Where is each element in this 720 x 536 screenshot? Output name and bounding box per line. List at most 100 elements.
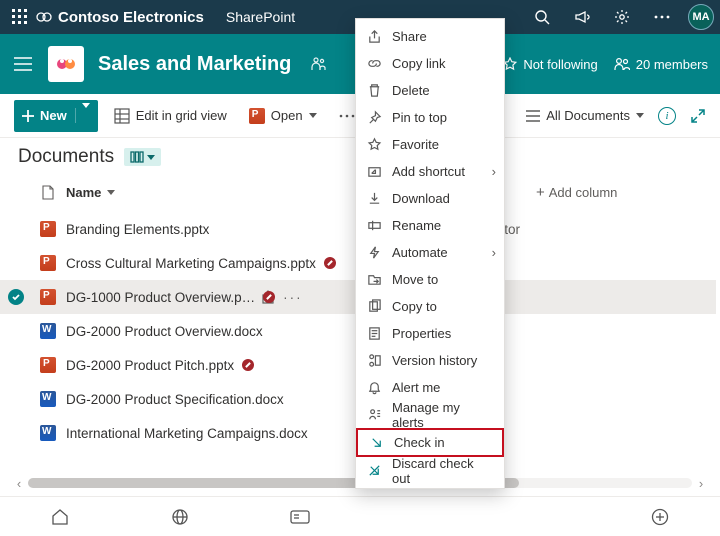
teams-icon[interactable] — [309, 55, 327, 73]
tenant-brand[interactable]: Contoso Electronics — [36, 9, 204, 26]
context-menu: Share Copy link Delete Pin to top Favorite Ad… — [355, 18, 505, 489]
tenant-logo-icon — [36, 9, 52, 25]
library-title: Documents — [18, 146, 114, 168]
menu-label: Copy to — [392, 299, 437, 314]
manage-icon — [366, 407, 382, 423]
members-label: 20 members — [636, 57, 708, 72]
link-icon — [366, 56, 382, 72]
follow-label: Not following — [523, 57, 597, 72]
menu-copy-link[interactable]: Copy link — [356, 50, 504, 77]
appbar-add-icon[interactable] — [600, 508, 720, 526]
checkin-icon — [368, 435, 384, 451]
more-icon[interactable] — [644, 3, 680, 31]
menu-add-shortcut[interactable]: Add shortcut — [356, 158, 504, 185]
file-name: DG-2000 Product Overview.docx — [66, 324, 263, 339]
appbar-sites-icon[interactable] — [120, 508, 240, 526]
menu-label: Alert me — [392, 380, 440, 395]
follow-button[interactable]: Not following — [503, 57, 597, 72]
menu-label: Discard check out — [392, 456, 494, 486]
edit-in-grid-label: Edit in grid view — [136, 108, 227, 123]
menu-move-to[interactable]: Move to — [356, 266, 504, 293]
scroll-left-icon[interactable]: ‹ — [10, 476, 28, 491]
site-title[interactable]: Sales and Marketing — [98, 53, 291, 76]
menu-label: Add shortcut — [392, 164, 465, 179]
view-chip[interactable] — [124, 148, 161, 166]
app-launcher-icon[interactable] — [6, 3, 34, 31]
chevron-down-icon — [107, 190, 115, 195]
menu-label: Pin to top — [392, 110, 447, 125]
nav-toggle-icon[interactable] — [12, 57, 34, 71]
chevron-down-icon — [147, 155, 155, 160]
file-type-icon — [30, 289, 66, 305]
download-icon — [366, 191, 382, 207]
file-name: DG-2000 Product Pitch.pptx — [66, 358, 234, 373]
open-label: Open — [271, 108, 303, 123]
megaphone-icon[interactable] — [564, 3, 600, 31]
menu-alert-me[interactable]: Alert me — [356, 374, 504, 401]
trash-icon — [366, 83, 382, 99]
user-avatar[interactable]: MA — [688, 4, 714, 30]
menu-copy-to[interactable]: Copy to — [356, 293, 504, 320]
menu-label: Automate — [392, 245, 448, 260]
menu-label: Copy link — [392, 56, 445, 71]
menu-discard-check-out[interactable]: Discard check out — [356, 457, 504, 484]
file-name: International Marketing Campaigns.docx — [66, 426, 308, 441]
star-icon — [503, 57, 517, 71]
site-logo[interactable] — [48, 46, 84, 82]
chevron-down-icon — [75, 108, 90, 123]
moveto-icon — [366, 272, 382, 288]
alert-icon — [366, 380, 382, 396]
grid-icon — [114, 108, 130, 124]
menu-manage-my-alerts[interactable]: Manage my alerts — [356, 401, 504, 428]
columns-icon — [130, 150, 144, 164]
menu-label: Download — [392, 191, 450, 206]
file-type-icon — [30, 221, 66, 237]
menu-pin-to-top[interactable]: Pin to top — [356, 104, 504, 131]
settings-icon[interactable] — [604, 3, 640, 31]
copyto-icon — [366, 299, 382, 315]
file-name: Cross Cultural Marketing Campaigns.pptx — [66, 256, 316, 271]
edit-in-grid-button[interactable]: Edit in grid view — [108, 100, 233, 132]
scroll-right-icon[interactable]: › — [692, 476, 710, 491]
mobile-app-bar — [0, 496, 720, 536]
details-pane-toggle[interactable]: i — [658, 107, 676, 125]
shortcut-icon — [366, 164, 382, 180]
avatar-initials: MA — [692, 11, 709, 23]
menu-favorite[interactable]: Favorite — [356, 131, 504, 158]
share-icon — [366, 29, 382, 45]
expand-icon[interactable] — [690, 108, 706, 124]
menu-label: Properties — [392, 326, 451, 341]
appbar-home-icon[interactable] — [0, 508, 120, 526]
file-name: DG-1000 Product Overview.p… — [66, 290, 255, 305]
file-name: DG-2000 Product Specification.docx — [66, 392, 284, 407]
menu-download[interactable]: Download — [356, 185, 504, 212]
members-button[interactable]: 20 members — [614, 57, 708, 72]
row-overflow-button[interactable]: ··· — [283, 290, 303, 305]
plus-icon: + — [536, 184, 545, 201]
menu-delete[interactable]: Delete — [356, 77, 504, 104]
new-button[interactable]: New — [14, 100, 98, 132]
people-icon — [614, 57, 630, 71]
file-type-icon — [30, 391, 66, 407]
menu-label: Delete — [392, 83, 430, 98]
menu-automate[interactable]: Automate — [356, 239, 504, 266]
menu-properties[interactable]: Properties — [356, 320, 504, 347]
column-header-type[interactable] — [30, 185, 66, 200]
file-type-icon — [30, 323, 66, 339]
file-name: Branding Elements.pptx — [66, 222, 209, 237]
search-icon[interactable] — [524, 3, 560, 31]
list-icon — [526, 109, 540, 123]
menu-share[interactable]: Share — [356, 23, 504, 50]
add-column-button[interactable]: +Add column — [536, 184, 704, 201]
props-icon — [366, 326, 382, 342]
file-type-icon — [30, 255, 66, 271]
view-selector[interactable]: All Documents — [526, 108, 644, 123]
menu-check-in[interactable]: Check in — [356, 428, 504, 457]
appbar-news-icon[interactable] — [240, 510, 360, 524]
menu-version-history[interactable]: Version history — [356, 347, 504, 374]
menu-rename[interactable]: Rename — [356, 212, 504, 239]
checked-out-icon — [263, 291, 275, 303]
open-button[interactable]: Open — [243, 100, 323, 132]
menu-label: Share — [392, 29, 427, 44]
suite-app-name[interactable]: SharePoint — [226, 9, 295, 25]
